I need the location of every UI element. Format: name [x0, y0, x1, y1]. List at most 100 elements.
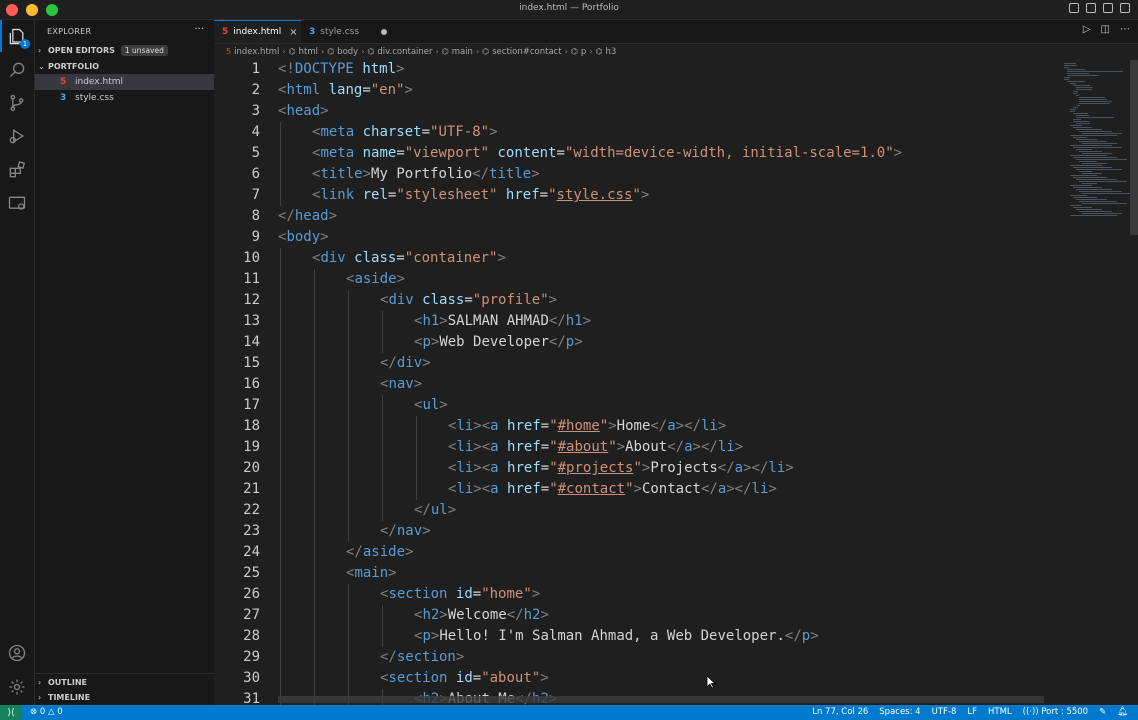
- open-editors-section[interactable]: › OPEN EDITORS 1 unsaved: [35, 43, 214, 58]
- code-line[interactable]: 16 <nav>: [214, 374, 1060, 395]
- code-token: a: [490, 481, 499, 497]
- portfolio-folder[interactable]: ⌄ PORTFOLIO: [35, 59, 214, 74]
- more-actions-icon[interactable]: ⋯: [1120, 24, 1130, 35]
- vertical-scrollbar-thumb[interactable]: [1130, 60, 1138, 235]
- tab-index-html[interactable]: 5 index.html ×: [214, 20, 301, 43]
- code-token: ": [632, 187, 641, 203]
- minimap-line: [1082, 163, 1107, 164]
- code-line[interactable]: 8 </head>: [214, 206, 1060, 227]
- manage-gear-icon[interactable]: [6, 676, 28, 698]
- problems-indicator[interactable]: ⊗ 0 △ 0: [30, 707, 63, 717]
- indentation[interactable]: Spaces: 4: [879, 707, 920, 717]
- code-line[interactable]: 10 <div class="container">: [214, 248, 1060, 269]
- file-style-css[interactable]: 3 style.css: [35, 90, 214, 106]
- indent-guide: [348, 668, 349, 689]
- code-line[interactable]: 29 </section>: [214, 647, 1060, 668]
- minimap[interactable]: [1060, 59, 1132, 705]
- breadcrumb-item[interactable]: ⌬ p: [571, 47, 586, 57]
- breadcrumb-item[interactable]: ⌬ section#contact: [482, 47, 562, 57]
- code-line[interactable]: 14 <p>Web Developer</p>: [214, 332, 1060, 353]
- minimap-line: [1082, 193, 1132, 194]
- code-line[interactable]: 19 <li><a href="#about">About</a></li>: [214, 437, 1060, 458]
- toggle-panel-icon[interactable]: [1086, 3, 1096, 13]
- error-count: 0: [39, 707, 46, 717]
- code-line[interactable]: 4 <meta charset="UTF-8">: [214, 122, 1060, 143]
- breadcrumb-item[interactable]: ⌬ main: [442, 47, 473, 57]
- encoding[interactable]: UTF-8: [932, 707, 957, 717]
- feedback-icon[interactable]: ✎: [1099, 707, 1106, 717]
- notifications-bell-icon[interactable]: 🔔︎: [1117, 707, 1128, 717]
- horizontal-scrollbar[interactable]: [278, 696, 1044, 703]
- code-line[interactable]: 6 <title>My Portfolio</title>: [214, 164, 1060, 185]
- code-line[interactable]: 21 <li><a href="#contact">Contact</a></li…: [214, 479, 1060, 500]
- remote-indicator-icon[interactable]: ⟩⟨: [0, 705, 22, 720]
- indent-guide: [314, 332, 315, 353]
- code-line[interactable]: 18 <li><a href="#home">Home</a></li>: [214, 416, 1060, 437]
- minimap-line: [1073, 187, 1102, 188]
- close-icon[interactable]: ×: [289, 27, 297, 38]
- code-text: <li><a href="#about">About</a></li>: [448, 437, 743, 458]
- code-line[interactable]: 1 <!DOCTYPE html>: [214, 59, 1060, 80]
- code-line[interactable]: 13 <h1>SALMAN AHMAD</h1>: [214, 311, 1060, 332]
- language-mode[interactable]: HTML: [988, 707, 1012, 717]
- code-line[interactable]: 11 <aside>: [214, 269, 1060, 290]
- toggle-secondary-sidebar-icon[interactable]: [1103, 3, 1113, 13]
- breadcrumb-item[interactable]: ⌬ div.container: [367, 47, 432, 57]
- code-line[interactable]: 28 <p>Hello! I'm Salman Ahmad, a Web Deve…: [214, 626, 1060, 647]
- code-token: >: [531, 166, 540, 182]
- minimap-line: [1070, 205, 1082, 206]
- run-icon[interactable]: ▷: [1083, 24, 1091, 35]
- code-token: =: [539, 187, 549, 203]
- search-icon[interactable]: [6, 59, 28, 81]
- code-line[interactable]: 20 <li><a href="#projects">Projects</a></…: [214, 458, 1060, 479]
- live-server-port[interactable]: ((·)) Port : 5500: [1023, 707, 1088, 717]
- extensions-icon[interactable]: [6, 159, 28, 181]
- timeline-section[interactable]: › TIMELINE: [35, 690, 214, 705]
- indent-guide: [382, 437, 383, 458]
- split-editor-icon[interactable]: ◫: [1101, 24, 1110, 35]
- code-text: <head>: [278, 101, 329, 122]
- code-line[interactable]: 7 <link rel="stylesheet" href="style.css"…: [214, 185, 1060, 206]
- tab-label: index.html: [233, 27, 282, 37]
- explorer-icon[interactable]: 1: [6, 26, 30, 49]
- indent-guide: [314, 290, 315, 311]
- code-line[interactable]: 24 </aside>: [214, 542, 1060, 563]
- code-line[interactable]: 30 <section id="about">: [214, 668, 1060, 689]
- code-text: <aside>: [346, 269, 405, 290]
- code-line[interactable]: 12 <div class="profile">: [214, 290, 1060, 311]
- account-icon[interactable]: [6, 642, 28, 664]
- code-token: >: [455, 649, 465, 665]
- breadcrumb-item[interactable]: ⌬ html: [289, 47, 318, 57]
- minimap-line: [1073, 167, 1112, 168]
- code-line[interactable]: 2 <html lang="en">: [214, 80, 1060, 101]
- code-line[interactable]: 3 <head>: [214, 101, 1060, 122]
- code-editor[interactable]: 1 <!DOCTYPE html> 2 <html lang="en"> 3 <head>…: [214, 59, 1060, 705]
- breadcrumb-item[interactable]: 5 index.html: [226, 47, 279, 57]
- tab-style-css[interactable]: 3 style.css: [301, 20, 401, 43]
- code-line[interactable]: 22 </ul>: [214, 500, 1060, 521]
- code-line[interactable]: 25 <main>: [214, 563, 1060, 584]
- unsaved-dot-icon[interactable]: [381, 28, 388, 35]
- code-line[interactable]: 17 <ul>: [214, 395, 1060, 416]
- code-line[interactable]: 27 <h2>Welcome</h2>: [214, 605, 1060, 626]
- breadcrumb-item[interactable]: ⌬ h3: [595, 47, 616, 57]
- breadcrumb-item[interactable]: ⌬ body: [327, 47, 358, 57]
- code-line[interactable]: 26 <section id="home">: [214, 584, 1060, 605]
- remote-explorer-icon[interactable]: [6, 193, 28, 215]
- code-token: =: [362, 82, 371, 98]
- toggle-sidebar-icon[interactable]: [1069, 3, 1079, 13]
- outline-section[interactable]: › OUTLINE: [35, 675, 214, 690]
- code-line[interactable]: 15 </div>: [214, 353, 1060, 374]
- code-line[interactable]: 5 <meta name="viewport" content="width=de…: [214, 143, 1060, 164]
- run-debug-icon[interactable]: [6, 125, 28, 147]
- cursor-position[interactable]: Ln 77, Col 26: [812, 707, 868, 717]
- explorer-more-actions[interactable]: ···: [194, 24, 204, 35]
- code-line[interactable]: 23 </nav>: [214, 521, 1060, 542]
- source-control-icon[interactable]: [6, 92, 28, 114]
- file-index-html[interactable]: 5 index.html: [35, 74, 214, 90]
- code-line[interactable]: 9 <body>: [214, 227, 1060, 248]
- customize-layout-icon[interactable]: [1120, 3, 1130, 13]
- line-ending[interactable]: LF: [967, 707, 977, 717]
- code-token: ": [625, 481, 634, 497]
